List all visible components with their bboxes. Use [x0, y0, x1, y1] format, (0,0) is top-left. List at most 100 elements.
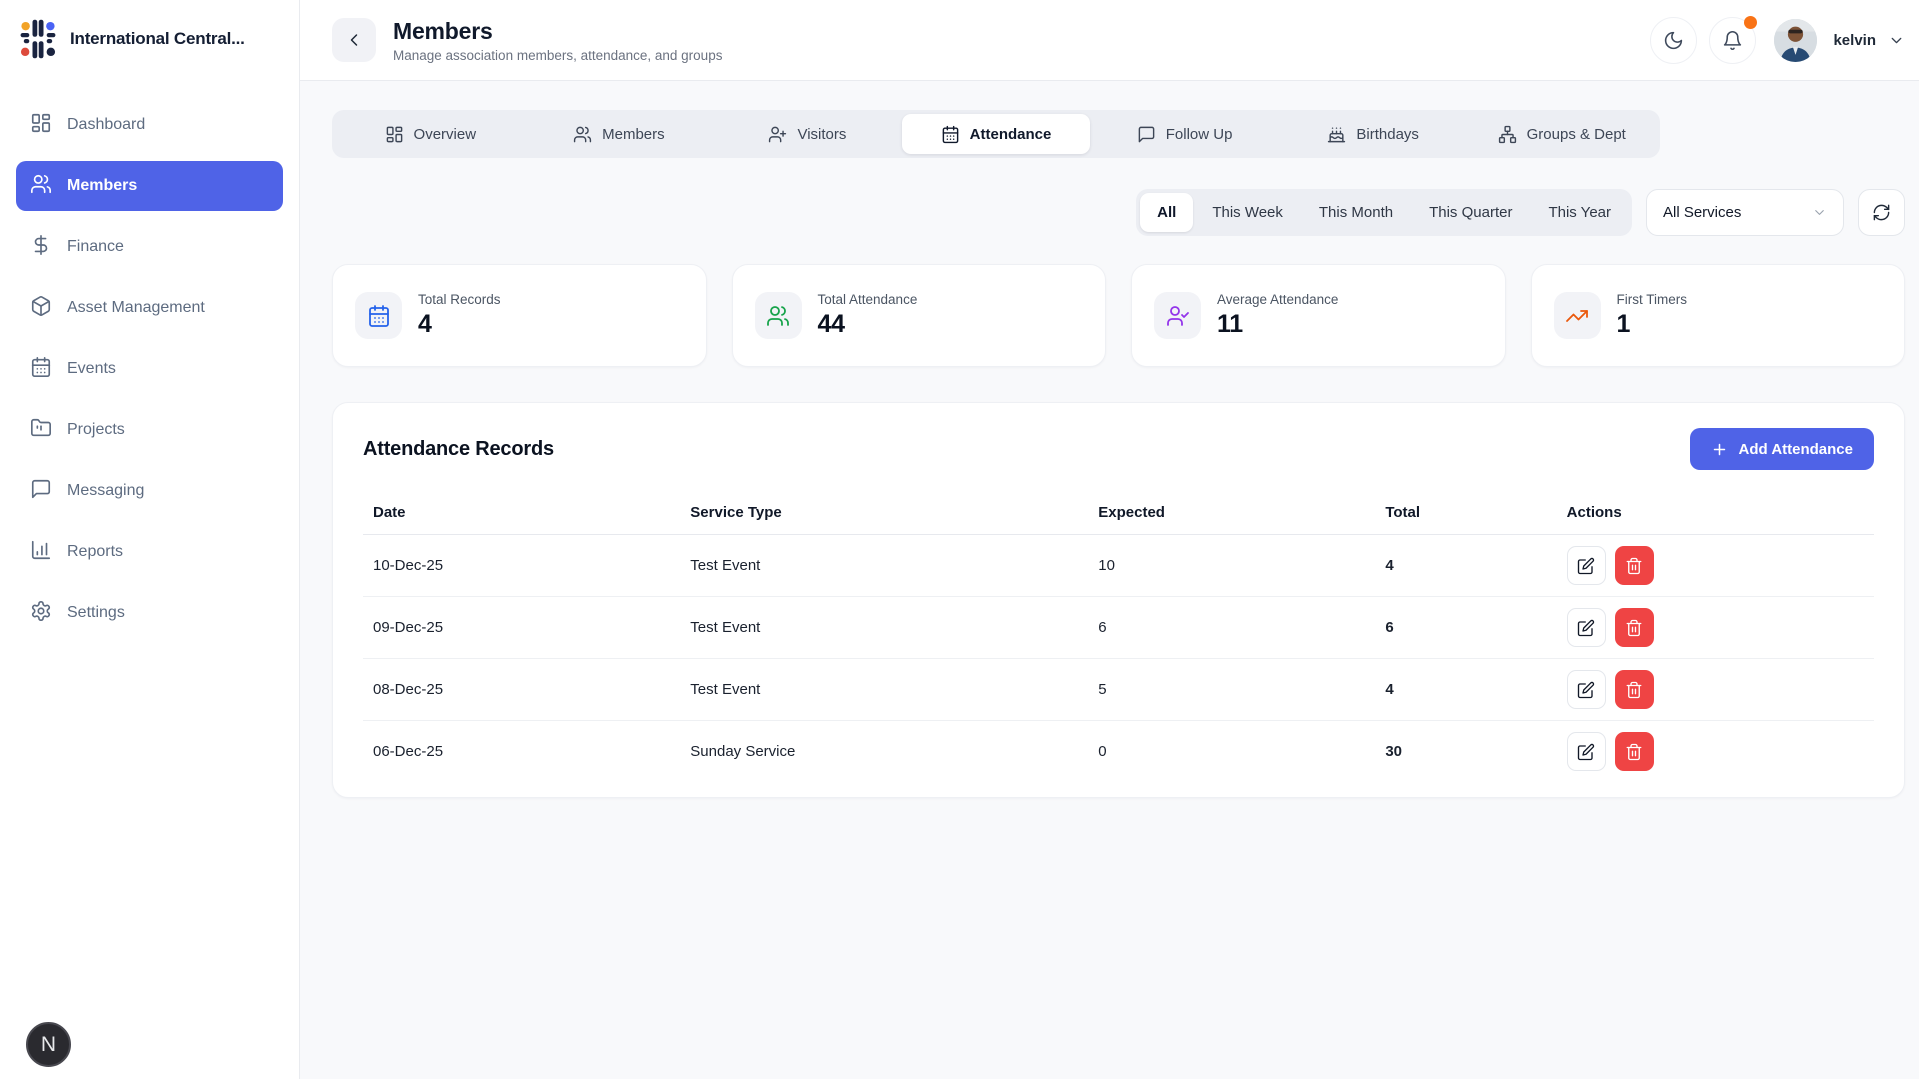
- column-header-date: Date: [363, 491, 680, 535]
- user-name[interactable]: kelvin: [1833, 32, 1876, 49]
- sidebar-item-messaging[interactable]: Messaging: [16, 466, 283, 516]
- row-actions: [1567, 608, 1864, 647]
- cell-date: 08-Dec-25: [363, 659, 680, 721]
- edit-attendance-button[interactable]: [1567, 546, 1606, 585]
- dashboard-icon: [30, 112, 52, 139]
- brand-name: International Central...: [70, 29, 245, 49]
- cell-date: 06-Dec-25: [363, 721, 680, 783]
- tab-groups-dept[interactable]: Groups & Dept: [1467, 114, 1656, 154]
- sidebar-item-projects[interactable]: Projects: [16, 405, 283, 455]
- stat-card-average-attendance: Average Attendance 11: [1131, 264, 1506, 367]
- users-icon: [573, 125, 592, 144]
- chat-icon: [30, 478, 52, 505]
- app-window: International Central... Dashboard Membe…: [0, 0, 1919, 1079]
- delete-attendance-button[interactable]: [1615, 546, 1654, 585]
- column-header-service-type: Service Type: [680, 491, 1088, 535]
- folder-icon: [30, 417, 52, 444]
- period-option-this-quarter[interactable]: This Quarter: [1412, 193, 1529, 232]
- tab-follow-up[interactable]: Follow Up: [1090, 114, 1279, 154]
- cell-expected: 5: [1088, 659, 1375, 721]
- user-check-icon: [1154, 292, 1201, 339]
- cell-expected: 0: [1088, 721, 1375, 783]
- hierarchy-icon: [1498, 125, 1517, 144]
- sidebar-item-events[interactable]: Events: [16, 344, 283, 394]
- sidebar-item-settings[interactable]: Settings: [16, 588, 283, 638]
- tab-overview[interactable]: Overview: [336, 114, 525, 154]
- dark-mode-button[interactable]: [1650, 17, 1697, 64]
- cell-service-type: Test Event: [680, 535, 1088, 597]
- edit-pencil-icon: [1577, 743, 1595, 761]
- sidebar: International Central... Dashboard Membe…: [0, 0, 300, 1079]
- tab-birthdays[interactable]: Birthdays: [1279, 114, 1468, 154]
- chat-icon: [1137, 125, 1156, 144]
- notifications-button[interactable]: [1709, 17, 1756, 64]
- bar-chart-icon: [30, 539, 52, 566]
- period-filter: All This Week This Month This Quarter: [1136, 189, 1632, 236]
- table-row: 10-Dec-25 Test Event 10 4: [363, 535, 1874, 597]
- column-header-total: Total: [1375, 491, 1556, 535]
- cell-date: 10-Dec-25: [363, 535, 680, 597]
- stat-card-total-attendance: Total Attendance 44: [732, 264, 1107, 367]
- sidebar-item-asset-management[interactable]: Asset Management: [16, 283, 283, 333]
- cell-service-type: Sunday Service: [680, 721, 1088, 783]
- edit-attendance-button[interactable]: [1567, 608, 1606, 647]
- edit-attendance-button[interactable]: [1567, 670, 1606, 709]
- user-plus-icon: [768, 125, 787, 144]
- table-row: 08-Dec-25 Test Event 5 4: [363, 659, 1874, 721]
- gear-icon: [30, 600, 52, 627]
- chevron-down-icon[interactable]: [1888, 32, 1905, 49]
- bell-icon: [1722, 30, 1743, 51]
- refresh-icon: [1872, 203, 1891, 222]
- table-header-row: DateService TypeExpectedTotalActions: [363, 491, 1874, 535]
- user-avatar[interactable]: [1774, 19, 1817, 62]
- refresh-button[interactable]: [1858, 189, 1905, 236]
- cell-total: 4: [1375, 535, 1556, 597]
- dev-tools-badge[interactable]: N: [26, 1022, 71, 1067]
- cell-service-type: Test Event: [680, 659, 1088, 721]
- box-icon: [30, 295, 52, 322]
- edit-pencil-icon: [1577, 557, 1595, 575]
- users-icon: [30, 173, 52, 200]
- cell-expected: 10: [1088, 535, 1375, 597]
- sidebar-item-finance[interactable]: Finance: [16, 222, 283, 272]
- calendar-icon: [355, 292, 402, 339]
- delete-attendance-button[interactable]: [1615, 732, 1654, 771]
- records-title: Attendance Records: [363, 438, 554, 461]
- delete-attendance-button[interactable]: [1615, 670, 1654, 709]
- plus-icon: [1711, 441, 1728, 458]
- calendar-icon: [941, 125, 960, 144]
- sidebar-item-dashboard[interactable]: Dashboard: [16, 100, 283, 150]
- sidebar-item-reports[interactable]: Reports: [16, 527, 283, 577]
- period-option-this-week[interactable]: This Week: [1195, 193, 1300, 232]
- delete-attendance-button[interactable]: [1615, 608, 1654, 647]
- edit-pencil-icon: [1577, 619, 1595, 637]
- stat-card-total-records: Total Records 4: [332, 264, 707, 367]
- edit-pencil-icon: [1577, 681, 1595, 699]
- edit-attendance-button[interactable]: [1567, 732, 1606, 771]
- dashboard-icon: [385, 125, 404, 144]
- period-option-this-year[interactable]: This Year: [1531, 193, 1628, 232]
- users-icon: [755, 292, 802, 339]
- moon-icon: [1663, 30, 1684, 51]
- period-option-this-month[interactable]: This Month: [1302, 193, 1410, 232]
- row-actions: [1567, 670, 1864, 709]
- sidebar-item-members[interactable]: Members: [16, 161, 283, 211]
- cell-expected: 6: [1088, 597, 1375, 659]
- tab-visitors[interactable]: Visitors: [713, 114, 902, 154]
- cell-total: 4: [1375, 659, 1556, 721]
- period-option-all[interactable]: All: [1140, 193, 1193, 232]
- table-row: 09-Dec-25 Test Event 6 6: [363, 597, 1874, 659]
- cell-total: 30: [1375, 721, 1556, 783]
- page-title-block: Members Manage association members, atte…: [393, 18, 722, 63]
- table-body: 10-Dec-25 Test Event 10 4: [363, 535, 1874, 783]
- trash-icon: [1625, 681, 1643, 699]
- brand: International Central...: [0, 0, 299, 73]
- add-attendance-button[interactable]: Add Attendance: [1690, 428, 1874, 470]
- tab-members[interactable]: Members: [525, 114, 714, 154]
- service-filter-select[interactable]: All Services: [1646, 189, 1844, 236]
- row-actions: [1567, 732, 1864, 771]
- dollar-icon: [30, 234, 52, 261]
- tab-attendance[interactable]: Attendance: [902, 114, 1091, 154]
- back-button[interactable]: [332, 18, 376, 62]
- row-actions: [1567, 546, 1864, 585]
